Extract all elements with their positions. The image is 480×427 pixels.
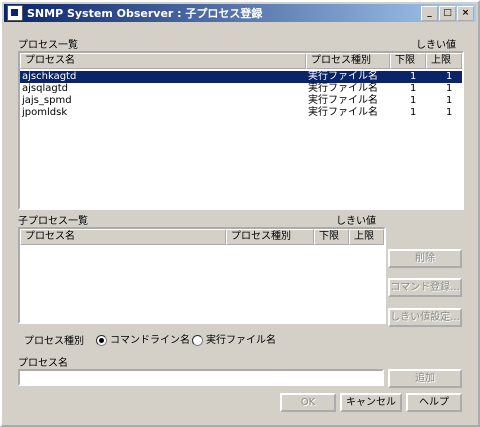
process-row[interactable]: jajs_spmd 実行ファイル名 1 1 [20, 95, 462, 107]
process-name-cell: jpomldsk [22, 107, 68, 118]
child-column-header-lower[interactable]: 下限 [314, 229, 349, 245]
radio-button-selected[interactable] [96, 334, 107, 346]
process-type-label: プロセス種別 [24, 336, 84, 347]
child-column-header-process-name[interactable]: プロセス名 [20, 229, 226, 245]
child-column-header-process-type[interactable]: プロセス種別 [226, 229, 314, 245]
process-row[interactable]: ajschkagtd 実行ファイル名 1 1 [20, 71, 462, 83]
child-process-list[interactable]: プロセス名 プロセス種別 下限 上限 [18, 227, 386, 324]
upper-cell: 1 [446, 71, 453, 82]
radio-button[interactable] [192, 334, 203, 346]
cancel-button[interactable]: キャンセル [340, 393, 402, 412]
column-header-lower[interactable]: 下限 [390, 53, 426, 69]
lower-cell: 1 [410, 71, 417, 82]
process-type-cell: 実行ファイル名 [308, 83, 378, 94]
ok-button[interactable]: OK [280, 393, 336, 412]
radio-command-line-label: コマンドライン名 [110, 335, 190, 346]
column-header-process-type[interactable]: プロセス種別 [306, 53, 390, 69]
add-button[interactable]: 追加 [388, 369, 462, 388]
process-type-cell: 実行ファイル名 [308, 71, 378, 82]
process-name-cell: ajsqlagtd [22, 83, 68, 94]
threshold-settings-button[interactable]: しきい値設定... [388, 308, 462, 327]
delete-button[interactable]: 削除 [388, 249, 462, 268]
process-row[interactable]: jpomldsk 実行ファイル名 1 1 [20, 107, 462, 119]
close-button[interactable]: × [457, 6, 474, 21]
lower-cell: 1 [410, 95, 417, 106]
title-bar[interactable]: SNMP System Observer : 子プロセス登録 _ □ × [4, 4, 476, 22]
maximize-button[interactable]: □ [439, 6, 456, 21]
process-row[interactable]: ajsqlagtd 実行ファイル名 1 1 [20, 83, 462, 95]
lower-cell: 1 [410, 107, 417, 118]
column-header-upper[interactable]: 上限 [426, 53, 462, 69]
process-name-input[interactable] [18, 369, 384, 386]
process-type-cell: 実行ファイル名 [308, 107, 378, 118]
child-list-threshold-label: しきい値 [336, 216, 376, 227]
process-list-threshold-label: しきい値 [416, 40, 456, 51]
radio-command-line[interactable]: コマンドライン名 [96, 331, 190, 346]
radio-executable-label: 実行ファイル名 [206, 335, 276, 346]
app-icon [7, 5, 23, 21]
process-name-label: プロセス名 [18, 358, 68, 369]
register-command-button[interactable]: コマンド登録... [388, 278, 462, 297]
upper-cell: 1 [446, 107, 453, 118]
minimize-button[interactable]: _ [421, 6, 438, 21]
process-list[interactable]: プロセス名 プロセス種別 下限 上限 ajschkagtd 実行ファイル名 1 … [18, 51, 464, 210]
upper-cell: 1 [446, 95, 453, 106]
radio-executable[interactable]: 実行ファイル名 [192, 331, 276, 346]
dialog-window: SNMP System Observer : 子プロセス登録 _ □ × プロセ… [0, 0, 480, 427]
help-button[interactable]: ヘルプ [406, 393, 462, 412]
upper-cell: 1 [446, 83, 453, 94]
child-column-header-upper[interactable]: 上限 [349, 229, 384, 245]
lower-cell: 1 [410, 83, 417, 94]
column-header-process-name[interactable]: プロセス名 [20, 53, 306, 69]
process-name-cell: ajschkagtd [22, 71, 77, 82]
process-name-cell: jajs_spmd [22, 95, 72, 106]
process-type-cell: 実行ファイル名 [308, 95, 378, 106]
process-list-label: プロセス一覧 [18, 40, 78, 51]
window-title: SNMP System Observer : 子プロセス登録 [27, 7, 263, 20]
child-list-label: 子プロセス一覧 [18, 216, 88, 227]
